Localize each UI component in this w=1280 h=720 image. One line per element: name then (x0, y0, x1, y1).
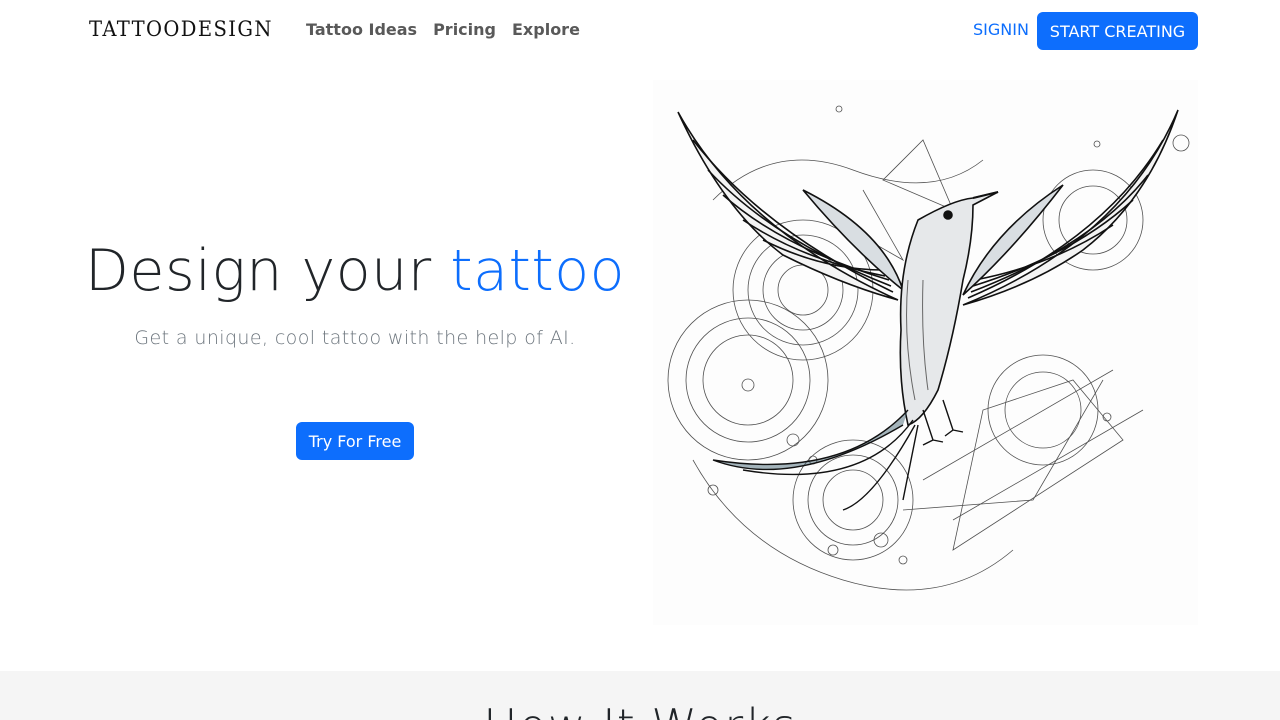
nav-link-tattoo-ideas[interactable]: Tattoo Ideas (306, 20, 417, 40)
hero-subtitle: Get a unique, cool tattoo with the help … (134, 326, 576, 349)
nav-link-explore[interactable]: Explore (512, 20, 580, 40)
main-nav: Tattoo Ideas Pricing Explore (306, 20, 596, 40)
hero-section: Design your tattoo Get a unique, cool ta… (80, 240, 630, 460)
navbar: TATTOODESIGN Tattoo Ideas Pricing Explor… (0, 0, 1280, 62)
hero-tattoo-image (653, 80, 1198, 625)
signin-link[interactable]: SIGNIN (973, 20, 1029, 40)
try-for-free-button[interactable]: Try For Free (296, 422, 414, 460)
how-it-works-title: How It Works (0, 699, 1280, 720)
how-it-works-section: How It Works (0, 671, 1280, 720)
bird-tattoo-illustration (667, 105, 1190, 591)
nav-link-pricing[interactable]: Pricing (433, 20, 496, 40)
hero-title-accent: tattoo (450, 238, 625, 304)
start-creating-button[interactable]: START CREATING (1037, 12, 1198, 50)
brand-logo[interactable]: TATTOODESIGN (89, 17, 273, 41)
hero-title: Design your tattoo (80, 240, 630, 303)
hero-title-prefix: Design your (85, 238, 451, 304)
